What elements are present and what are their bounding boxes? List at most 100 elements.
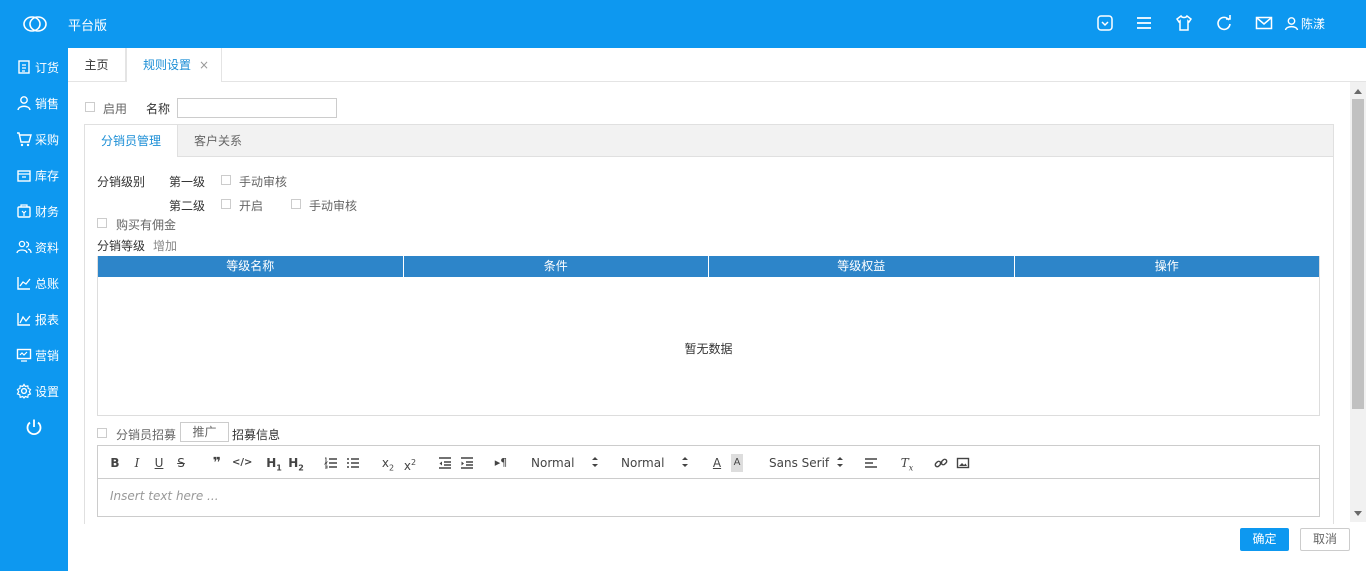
name-input[interactable] bbox=[177, 98, 337, 118]
level1-label: 第一级 bbox=[169, 175, 206, 189]
sidebar-item-label: 营销 bbox=[35, 348, 60, 363]
enable-label: 启用 bbox=[103, 102, 128, 116]
outdent-icon[interactable] bbox=[438, 456, 452, 470]
superscript-icon[interactable]: x2 bbox=[402, 454, 418, 473]
sidebar-item-label: 总账 bbox=[35, 276, 60, 291]
level2-open-checkbox[interactable] bbox=[221, 199, 231, 209]
background-color-icon[interactable]: A bbox=[731, 454, 743, 472]
clear-format-icon[interactable]: Tx bbox=[900, 454, 914, 472]
underline-icon[interactable]: U bbox=[154, 454, 164, 472]
text-direction-icon[interactable]: ▸¶ bbox=[494, 454, 508, 472]
ordered-list-icon[interactable] bbox=[324, 456, 338, 470]
column-header[interactable]: 等级名称 bbox=[98, 256, 404, 277]
buy-commission-checkbox[interactable] bbox=[97, 218, 107, 228]
shirt-icon[interactable] bbox=[1175, 14, 1193, 32]
level2-open-label: 开启 bbox=[239, 199, 264, 213]
confirm-button[interactable]: 确定 bbox=[1240, 528, 1289, 551]
user-menu[interactable]: 陈漾 bbox=[1284, 15, 1325, 32]
person-icon bbox=[17, 96, 31, 111]
rich-text-editor: B I U S ❞ </> H1 H2 x2 x2 ▸¶ Normal Norm… bbox=[97, 445, 1320, 517]
tab-customer-relation[interactable]: 客户关系 bbox=[178, 125, 258, 157]
sidebar-item-label: 销售 bbox=[35, 96, 60, 111]
align-icon[interactable] bbox=[864, 456, 878, 470]
column-header[interactable]: 条件 bbox=[404, 256, 709, 277]
sidebar-item-order[interactable]: 订货 bbox=[0, 49, 68, 85]
scroll-down-icon[interactable] bbox=[1354, 511, 1362, 516]
bullet-list-icon[interactable] bbox=[346, 456, 360, 470]
panel-tabs: 分销员管理 客户关系 bbox=[85, 125, 1333, 157]
mail-icon[interactable] bbox=[1255, 14, 1273, 32]
top-bar: 平台版 陈漾 bbox=[0, 0, 1366, 48]
indent-icon[interactable] bbox=[460, 456, 474, 470]
scroll-up-icon[interactable] bbox=[1354, 89, 1362, 94]
user-name: 陈漾 bbox=[1301, 17, 1326, 31]
recruit-label: 分销员招募 bbox=[116, 428, 177, 442]
vertical-scrollbar[interactable] bbox=[1350, 82, 1366, 522]
sidebar-item-label: 采购 bbox=[35, 132, 60, 147]
scroll-thumb[interactable] bbox=[1352, 99, 1364, 409]
heading1-icon[interactable]: H1 bbox=[266, 454, 282, 472]
grade-table: 等级名称 条件 等级权益 操作 暂无数据 bbox=[97, 256, 1320, 416]
sidebar-item-label: 报表 bbox=[35, 312, 60, 327]
heading2-icon[interactable]: H2 bbox=[288, 454, 304, 472]
sidebar-item-label: 库存 bbox=[35, 168, 60, 183]
wallet-icon bbox=[17, 204, 31, 218]
dashboard-icon[interactable] bbox=[1096, 14, 1114, 32]
gear-icon bbox=[16, 383, 32, 399]
sidebar: 订货 销售 采购 库存 财务 资料 总账 报表 营销 设置 bbox=[0, 48, 68, 571]
editor-placeholder[interactable]: Insert text here ... bbox=[110, 489, 219, 503]
sidebar-item-report[interactable]: 报表 bbox=[0, 301, 68, 337]
tab-label: 规则设置 bbox=[143, 58, 192, 72]
sidebar-item-sales[interactable]: 销售 bbox=[0, 85, 68, 121]
font-select[interactable]: Sans Serif bbox=[769, 454, 829, 472]
grade-label: 分销等级 bbox=[97, 239, 146, 253]
user-icon bbox=[1284, 17, 1299, 31]
tab-home[interactable]: 主页 bbox=[68, 48, 126, 82]
brand-title: 平台版 bbox=[68, 19, 108, 34]
sidebar-item-marketing[interactable]: 营销 bbox=[0, 337, 68, 373]
italic-icon[interactable]: I bbox=[132, 454, 142, 472]
size-select[interactable]: Normal bbox=[621, 454, 664, 472]
sidebar-item-ledger[interactable]: 总账 bbox=[0, 265, 68, 301]
level1-manual-label: 手动审核 bbox=[239, 175, 288, 189]
cancel-button[interactable]: 取消 bbox=[1300, 528, 1350, 551]
chart-icon bbox=[17, 277, 31, 290]
recruit-info-label: 招募信息 bbox=[232, 428, 281, 442]
code-block-icon[interactable]: </> bbox=[232, 454, 252, 472]
buy-commission-label: 购买有佣金 bbox=[116, 218, 177, 232]
link-icon[interactable] bbox=[934, 456, 948, 470]
text-color-icon[interactable]: A bbox=[711, 454, 723, 472]
subscript-icon[interactable]: x2 bbox=[380, 454, 396, 472]
image-icon[interactable] bbox=[956, 456, 970, 470]
empty-text: 暂无数据 bbox=[684, 342, 733, 356]
add-grade-link[interactable]: 增加 bbox=[153, 237, 177, 254]
level1-manual-checkbox[interactable] bbox=[221, 175, 231, 185]
tab-distributor-management[interactable]: 分销员管理 bbox=[85, 125, 178, 157]
close-icon[interactable]: × bbox=[199, 48, 209, 82]
table-header: 等级名称 条件 等级权益 操作 bbox=[98, 256, 1319, 277]
recruit-checkbox[interactable] bbox=[97, 428, 107, 438]
menu-icon[interactable] bbox=[1135, 14, 1153, 32]
strike-icon[interactable]: S bbox=[176, 454, 186, 472]
sidebar-item-finance[interactable]: 财务 bbox=[0, 193, 68, 229]
tab-rule-settings[interactable]: 规则设置 × bbox=[126, 48, 222, 82]
refresh-icon[interactable] bbox=[1215, 14, 1233, 32]
level2-manual-checkbox[interactable] bbox=[291, 199, 301, 209]
sidebar-item-data[interactable]: 资料 bbox=[0, 229, 68, 265]
sidebar-item-label: 设置 bbox=[35, 384, 60, 399]
sidebar-item-purchase[interactable]: 采购 bbox=[0, 121, 68, 157]
people-icon bbox=[16, 240, 32, 254]
editor-toolbar: B I U S ❞ </> H1 H2 x2 x2 ▸¶ Normal Norm… bbox=[98, 446, 1319, 479]
promo-button[interactable]: 推广 bbox=[180, 422, 229, 442]
sidebar-item-settings[interactable]: 设置 bbox=[0, 373, 68, 409]
heading-select[interactable]: Normal bbox=[531, 454, 574, 472]
bold-icon[interactable]: B bbox=[110, 454, 120, 472]
enable-checkbox[interactable] bbox=[85, 102, 95, 112]
name-label: 名称 bbox=[146, 102, 171, 116]
select-arrows-icon bbox=[592, 457, 598, 467]
blockquote-icon[interactable]: ❞ bbox=[210, 454, 224, 472]
column-header[interactable]: 等级权益 bbox=[709, 256, 1015, 277]
sidebar-item-inventory[interactable]: 库存 bbox=[0, 157, 68, 193]
power-icon[interactable] bbox=[25, 418, 43, 436]
column-header[interactable]: 操作 bbox=[1015, 256, 1320, 277]
